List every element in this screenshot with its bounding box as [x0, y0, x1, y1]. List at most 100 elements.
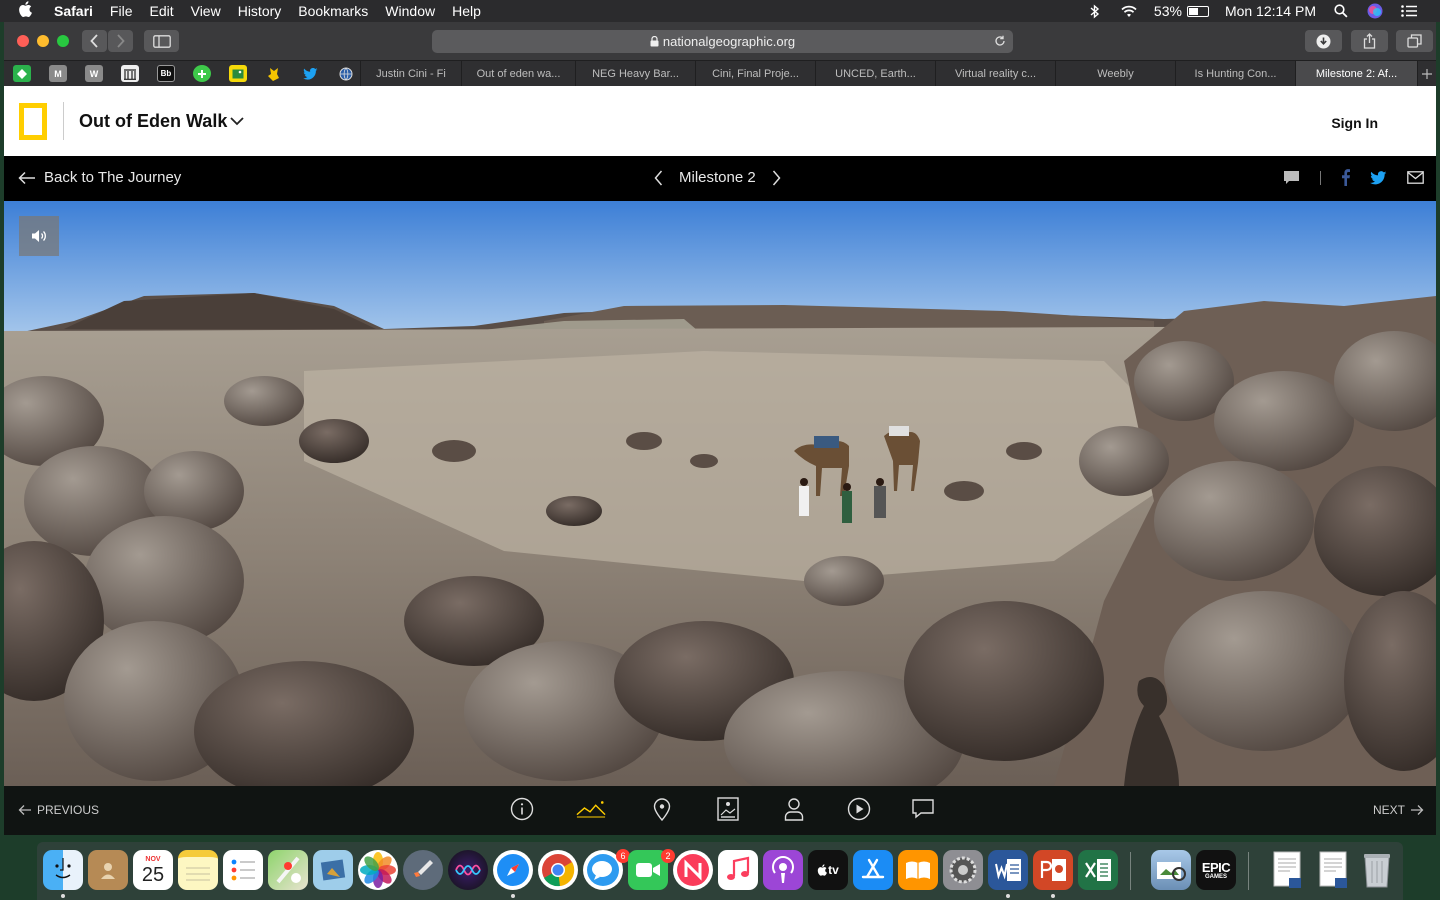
download-icon	[1316, 34, 1331, 48]
sign-in-link[interactable]: Sign In	[1331, 115, 1378, 131]
menu-file[interactable]: File	[110, 3, 133, 19]
photo-icon[interactable]	[229, 65, 247, 82]
tab-weebly[interactable]: Weebly	[1055, 61, 1175, 87]
milestone-title: Milestone 2	[679, 169, 756, 186]
info-icon[interactable]	[507, 794, 537, 824]
tab-justin-cini[interactable]: Justin Cini - Fi	[360, 61, 461, 87]
menu-history[interactable]: History	[238, 3, 282, 19]
dock: NOV 25 6 2 tv EPIC GAMES	[37, 842, 1403, 900]
previous-button[interactable]: PREVIOUS	[18, 803, 99, 817]
tab-neg-heavy-bar[interactable]: NEG Heavy Bar...	[575, 61, 695, 87]
tab-out-of-eden[interactable]: Out of eden wa...	[461, 61, 575, 87]
photos-icon[interactable]	[358, 850, 398, 890]
menu-help[interactable]: Help	[452, 3, 481, 19]
apple-tv-icon[interactable]: tv	[808, 850, 848, 890]
pokemon-icon[interactable]	[265, 65, 283, 82]
twitter-icon[interactable]	[1370, 170, 1387, 185]
notification-center-icon[interactable]	[1400, 3, 1418, 19]
trash-icon[interactable]	[1357, 850, 1397, 890]
clock[interactable]: Mon 12:14 PM	[1225, 3, 1316, 19]
chevron-left-icon	[90, 34, 98, 48]
spotlight-search-icon[interactable]	[1332, 3, 1350, 19]
site-title[interactable]: Out of Eden Walk	[79, 111, 227, 132]
microsoft-excel-icon[interactable]	[1078, 850, 1118, 890]
word-icon[interactable]: W	[85, 65, 103, 82]
tab-milestone-2[interactable]: Milestone 2: Af...	[1295, 61, 1417, 87]
address-bar[interactable]: nationalgeographic.org	[432, 30, 1013, 53]
facebook-icon[interactable]	[1341, 169, 1350, 186]
photo-gallery-icon[interactable]	[713, 794, 743, 824]
new-tab-button[interactable]	[1417, 61, 1436, 87]
plus-icon[interactable]	[193, 65, 211, 82]
next-button[interactable]: NEXT	[1373, 803, 1424, 817]
blackboard-icon[interactable]: Bb	[157, 65, 175, 82]
news-icon[interactable]	[673, 850, 713, 890]
columns-icon[interactable]	[121, 65, 139, 82]
notes-icon[interactable]	[178, 850, 218, 890]
books-icon[interactable]	[898, 850, 938, 890]
person-icon[interactable]	[779, 794, 809, 824]
gmail-icon[interactable]: M	[49, 65, 67, 82]
siri-icon[interactable]	[1366, 3, 1384, 19]
microsoft-word-icon[interactable]	[988, 850, 1028, 890]
sidebar-toggle-button[interactable]	[144, 30, 179, 52]
chevron-right-icon[interactable]	[772, 170, 781, 186]
back-to-journey-link[interactable]: Back to The Journey	[18, 169, 181, 186]
email-icon[interactable]	[1407, 171, 1424, 184]
wifi-icon[interactable]	[1120, 3, 1138, 19]
finder-icon[interactable]	[43, 850, 83, 890]
tab-is-hunting[interactable]: Is Hunting Con...	[1175, 61, 1295, 87]
twitter-icon[interactable]	[301, 65, 319, 82]
chrome-icon[interactable]	[538, 850, 578, 890]
back-nav-button[interactable]	[82, 30, 107, 52]
tab-overview-button[interactable]	[1396, 30, 1433, 52]
sound-toggle-button[interactable]	[19, 216, 59, 256]
downloads-button[interactable]	[1305, 30, 1342, 52]
minimize-window-button[interactable]	[37, 35, 49, 47]
word-document-icon[interactable]	[1267, 850, 1307, 890]
forward-nav-button[interactable]	[108, 30, 133, 52]
maps-icon[interactable]	[268, 850, 308, 890]
apple-menu-icon[interactable]	[18, 1, 40, 21]
chevron-left-icon[interactable]	[654, 170, 663, 186]
contacts-icon[interactable]	[88, 850, 128, 890]
podcasts-icon[interactable]	[763, 850, 803, 890]
comment-icon[interactable]	[908, 794, 938, 824]
launchpad-icon[interactable]	[403, 850, 443, 890]
calendar-icon[interactable]: NOV 25	[133, 850, 173, 890]
app-menu[interactable]: Safari	[54, 3, 93, 19]
safari-icon[interactable]	[493, 850, 533, 890]
system-preferences-icon[interactable]	[943, 850, 983, 890]
globe-icon[interactable]	[337, 65, 355, 82]
battery-status[interactable]: 53%	[1154, 3, 1209, 19]
image-capture-icon[interactable]	[1151, 850, 1191, 890]
epic-games-icon[interactable]: EPIC GAMES	[1196, 850, 1236, 890]
location-pin-icon[interactable]	[647, 794, 677, 824]
feedly-icon[interactable]	[13, 65, 31, 82]
natgeo-logo[interactable]	[19, 103, 47, 140]
menu-window[interactable]: Window	[385, 3, 435, 19]
menu-view[interactable]: View	[191, 3, 221, 19]
panorama-icon[interactable]	[576, 794, 606, 824]
siri-icon[interactable]	[448, 850, 488, 890]
word-document-icon[interactable]	[1313, 850, 1353, 890]
microsoft-powerpoint-icon[interactable]	[1033, 850, 1073, 890]
menu-edit[interactable]: Edit	[149, 3, 173, 19]
music-icon[interactable]	[718, 850, 758, 890]
epic-label: EPIC	[1201, 859, 1231, 875]
close-window-button[interactable]	[17, 35, 29, 47]
app-store-icon[interactable]	[853, 850, 893, 890]
menu-bookmarks[interactable]: Bookmarks	[298, 3, 368, 19]
chevron-down-icon[interactable]	[228, 112, 246, 130]
share-button[interactable]	[1351, 30, 1388, 52]
tab-unced-earth[interactable]: UNCED, Earth...	[815, 61, 935, 87]
tab-cini-final-project[interactable]: Cini, Final Proje...	[695, 61, 815, 87]
tab-virtual-reality[interactable]: Virtual reality c...	[935, 61, 1055, 87]
bluetooth-icon[interactable]	[1086, 3, 1104, 19]
comment-icon[interactable]	[1283, 170, 1300, 185]
preview-icon[interactable]	[313, 850, 353, 890]
reminders-icon[interactable]	[223, 850, 263, 890]
play-icon[interactable]	[844, 794, 874, 824]
zoom-window-button[interactable]	[57, 35, 69, 47]
panorama-photo[interactable]	[4, 201, 1436, 786]
